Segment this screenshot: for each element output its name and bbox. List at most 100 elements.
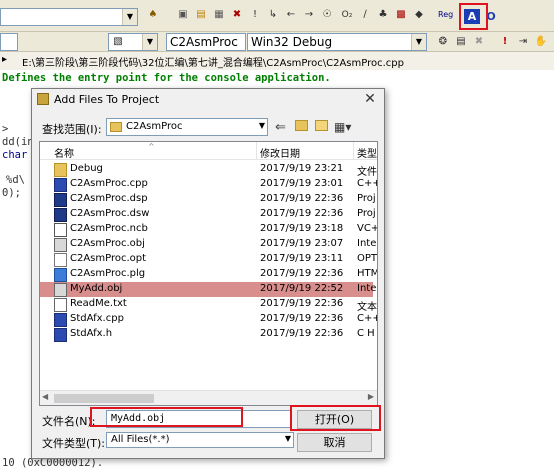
- filetype-label: 文件类型(T):: [42, 437, 106, 450]
- watch-icon[interactable]: ☉: [320, 8, 334, 22]
- close-icon[interactable]: ✕: [362, 91, 378, 107]
- compile-file-icon[interactable]: ▤: [454, 35, 468, 49]
- build-config-icon[interactable]: ❂: [436, 35, 450, 49]
- scroll-right-icon[interactable]: ▶: [368, 392, 374, 401]
- list-item[interactable]: ReadMe.txt 2017/9/19 22:36 文本: [40, 297, 377, 313]
- file-type: 文件: [357, 167, 377, 178]
- file-list[interactable]: 名称 ^ 修改日期 类型 Debug 2017/9/19 23:21 文件 C2Asm…: [39, 141, 378, 406]
- stop-icon[interactable]: ✖: [472, 35, 486, 49]
- file-type: VC+: [357, 223, 378, 234]
- scope-combo[interactable]: [0, 33, 18, 51]
- file-date: 2017/9/19 23:21: [260, 163, 344, 174]
- call-stack-icon[interactable]: ♣: [376, 8, 390, 22]
- chevron-down-icon[interactable]: ▼: [142, 34, 157, 50]
- run-icon[interactable]: !: [498, 35, 512, 49]
- forward-icon[interactable]: →: [302, 8, 316, 22]
- view-menu-icon[interactable]: ▦▾: [334, 120, 351, 134]
- filetype-select[interactable]: All Files(*.*) ▼: [106, 432, 294, 448]
- file-type: HTM: [357, 268, 378, 279]
- list-item[interactable]: Debug 2017/9/19 23:21 文件: [40, 162, 377, 178]
- disassembly-icon[interactable]: ◆: [412, 8, 426, 22]
- file-name: ReadMe.txt: [70, 298, 127, 309]
- memory-icon[interactable]: ▩: [394, 8, 408, 22]
- config-combo[interactable]: Win32 Debug ▼: [247, 33, 427, 51]
- column-name[interactable]: 名称: [54, 145, 74, 160]
- code-line: >: [2, 123, 9, 135]
- file-date: 2017/9/19 22:36: [260, 208, 344, 219]
- binoculars-icon[interactable]: ♠: [146, 8, 160, 22]
- chevron-down-icon[interactable]: ▼: [122, 9, 137, 25]
- horizontal-scrollbar[interactable]: ◀ ▶: [40, 390, 377, 405]
- header-file-icon: [54, 328, 67, 342]
- class-combo[interactable]: C2AsmProc: [166, 33, 246, 51]
- app-icon: [37, 93, 49, 105]
- annotation-box-open: [290, 405, 381, 431]
- chevron-down-icon[interactable]: ▼: [259, 121, 265, 130]
- file-date: 2017/9/19 22:36: [260, 328, 344, 339]
- filetype-value: All Files(*.*): [111, 434, 170, 445]
- obj-file-icon: [54, 283, 67, 297]
- list-item[interactable]: MyAdd.obj 2017/9/19 22:52 Inte: [40, 282, 376, 297]
- list-item[interactable]: StdAfx.h 2017/9/19 22:36 C H: [40, 327, 375, 342]
- step-into-icon[interactable]: ↳: [266, 8, 280, 22]
- find-combo[interactable]: ▼: [0, 8, 138, 26]
- list-item[interactable]: C2AsmProc.plg 2017/9/19 22:36 HTM: [40, 267, 377, 282]
- stop-build-icon[interactable]: ✖: [230, 8, 244, 22]
- list-header: 名称 ^ 修改日期 类型: [40, 142, 377, 160]
- file-date: 2017/9/19 23:18: [260, 223, 344, 234]
- list-item[interactable]: C2AsmProc.opt 2017/9/19 23:11 OPT: [40, 252, 377, 267]
- list-item[interactable]: C2AsmProc.obj 2017/9/19 23:07 Inte: [40, 237, 377, 252]
- list-item[interactable]: StdAfx.cpp 2017/9/19 22:36 C++: [40, 312, 377, 327]
- file-type: C H: [357, 328, 375, 339]
- cancel-button[interactable]: 取消: [297, 433, 372, 452]
- column-date[interactable]: 修改日期: [260, 145, 300, 160]
- project-file-icon: [54, 193, 67, 207]
- up-folder-icon[interactable]: [295, 120, 308, 131]
- column-type[interactable]: 类型: [357, 145, 377, 160]
- obj-file-icon: [54, 238, 67, 252]
- code-comment: Defines the entry point for the console …: [2, 72, 331, 84]
- compile-icon[interactable]: ▣: [176, 8, 190, 22]
- opt-file-icon: [54, 253, 67, 267]
- file-icon: ▸: [2, 54, 8, 65]
- text-file-icon: [54, 298, 67, 312]
- lookin-label: 查找范围(I):: [42, 123, 102, 136]
- chevron-down-icon[interactable]: ▼: [285, 434, 291, 443]
- column-divider: [256, 142, 257, 160]
- scroll-thumb[interactable]: [54, 394, 154, 403]
- file-name: C2AsmProc.obj: [70, 238, 145, 249]
- column-divider: [353, 142, 354, 160]
- file-type: C++: [357, 313, 377, 324]
- back-icon[interactable]: ⇐: [275, 120, 286, 135]
- breakpoint-icon[interactable]: ✋: [534, 35, 548, 49]
- dialog-titlebar[interactable]: Add Files To Project ✕: [32, 89, 384, 111]
- back-icon[interactable]: ←: [284, 8, 298, 22]
- file-name: StdAfx.h: [70, 328, 113, 339]
- file-name: C2AsmProc.ncb: [70, 223, 148, 234]
- scroll-left-icon[interactable]: ◀: [42, 392, 48, 401]
- go-icon[interactable]: ⇥: [516, 35, 530, 49]
- list-item[interactable]: C2AsmProc.dsp 2017/9/19 22:36 Proj: [40, 192, 376, 207]
- build-icon[interactable]: ▤: [194, 8, 208, 22]
- folder-icon: [110, 122, 122, 132]
- file-type: C++: [357, 178, 377, 189]
- chevron-down-icon[interactable]: ▼: [411, 34, 426, 50]
- member-combo[interactable]: ▧ ▼: [108, 33, 158, 51]
- file-path-bar: ▸ E:\第三阶段\第三阶段代码\32位汇编\第七讲_混合编程\C2AsmPro…: [0, 52, 554, 71]
- lookin-combo[interactable]: C2AsmProc ▼: [106, 118, 268, 136]
- new-folder-icon[interactable]: [315, 120, 328, 131]
- file-type: Inte: [357, 238, 377, 249]
- file-date: 2017/9/19 23:01: [260, 178, 344, 189]
- registers-button[interactable]: Reg: [438, 10, 453, 19]
- code-line: char: [2, 149, 28, 161]
- file-date: 2017/9/19 23:11: [260, 253, 344, 264]
- variables-icon[interactable]: O₂: [340, 8, 354, 22]
- list-item[interactable]: C2AsmProc.cpp 2017/9/19 23:01 C++: [40, 177, 377, 192]
- add-files-dialog: Add Files To Project ✕ 查找范围(I): C2AsmPro…: [31, 88, 385, 459]
- list-item[interactable]: C2AsmProc.ncb 2017/9/19 23:18 VC+: [40, 222, 377, 237]
- rebuild-icon[interactable]: ▦: [212, 8, 226, 22]
- execute-icon[interactable]: !: [248, 8, 262, 22]
- list-item[interactable]: C2AsmProc.dsw 2017/9/19 22:36 Proj: [40, 207, 376, 222]
- quickwatch-icon[interactable]: ∕: [358, 8, 372, 22]
- file-path: E:\第三阶段\第三阶段代码\32位汇编\第七讲_混合编程\C2AsmProc\…: [22, 58, 404, 69]
